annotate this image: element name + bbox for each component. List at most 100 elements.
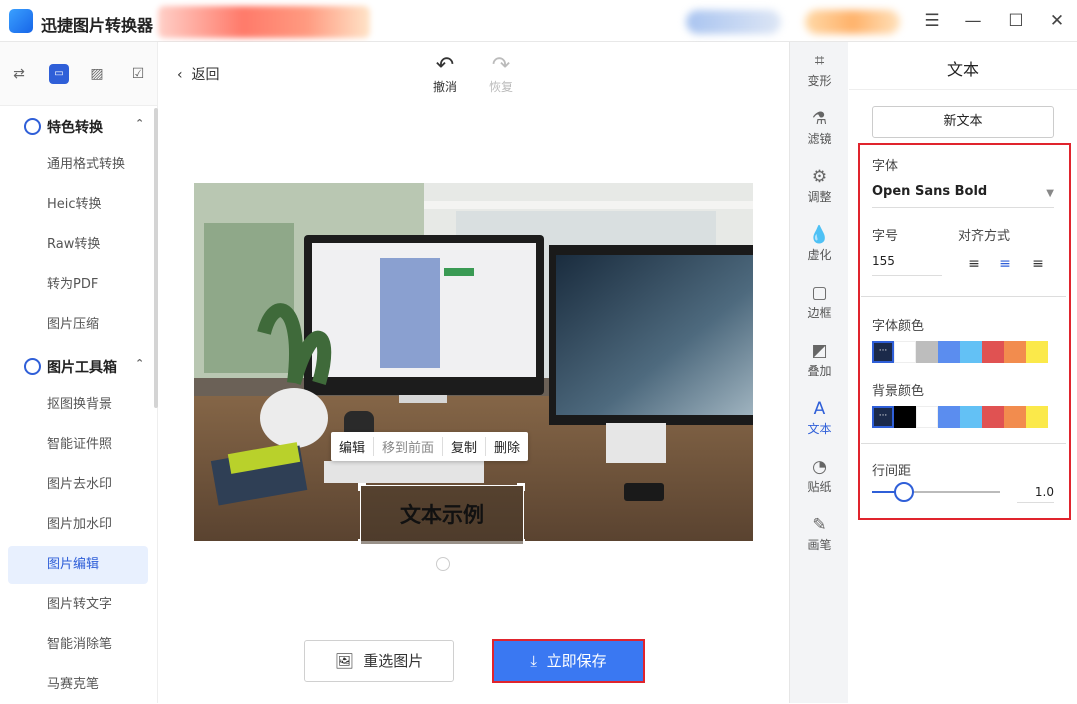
color-swatch[interactable] [960, 341, 982, 363]
transform-icon: ⌗ [814, 51, 825, 71]
size-input[interactable]: 155 [872, 254, 942, 276]
sticker-icon: ◔ [812, 457, 827, 477]
align-left-icon[interactable]: ≡ [965, 256, 983, 272]
save-now-button[interactable]: ⤓ 立即保存 [492, 639, 645, 683]
tool-sticker[interactable]: ◔ 贴纸 [790, 456, 849, 495]
divider [861, 296, 1066, 297]
tool-filter[interactable]: ⚗ 滤镜 [790, 108, 849, 147]
resize-handle[interactable] [517, 539, 525, 547]
sidebar-group[interactable]: 特色转换 ⌃ [0, 106, 158, 146]
rotate-handle[interactable] [436, 557, 450, 571]
sidebar-item[interactable]: 转为PDF [8, 266, 148, 304]
tool-overlay[interactable]: ◩ 叠加 [790, 340, 849, 379]
color-swatch[interactable] [1026, 406, 1048, 428]
undo-button[interactable]: ↶ 撤消 [425, 54, 465, 95]
color-swatch[interactable] [894, 341, 916, 363]
resize-handle[interactable] [517, 483, 525, 491]
tool-adjust[interactable]: ⚙ 调整 [790, 166, 849, 205]
sidebar-item[interactable]: Raw转换 [8, 226, 148, 264]
line-spacing-value[interactable]: 1.0 [1017, 481, 1054, 503]
sidebar-item[interactable]: 图片编辑 [8, 546, 148, 584]
color-swatch[interactable]: ··· [872, 341, 894, 363]
sidebar-item[interactable]: 图片加水印 [8, 506, 148, 544]
color-swatch[interactable] [1026, 341, 1048, 363]
new-text-button[interactable]: 新文本 [872, 106, 1054, 138]
tool-label: 贴纸 [807, 480, 832, 494]
sidebar-item[interactable]: 马赛克笔 [8, 666, 148, 704]
toolbox-icon[interactable]: ▭ [49, 64, 69, 84]
blur-icon: 💧 [808, 225, 831, 245]
reselect-label: 重选图片 [363, 652, 424, 670]
tool-border[interactable]: ▢ 边框 [790, 282, 849, 321]
font-label: 字体 [872, 159, 899, 174]
color-swatch[interactable] [1004, 406, 1026, 428]
sidebar-item[interactable]: 图片转文字 [8, 586, 148, 624]
minimize-icon[interactable]: — [963, 11, 983, 31]
color-swatch[interactable] [938, 406, 960, 428]
maximize-icon[interactable]: ☐ [1006, 11, 1026, 31]
ctx-delete[interactable]: 删除 [486, 437, 528, 456]
ctx-copy[interactable]: 复制 [443, 437, 487, 456]
reselect-image-button[interactable]: 🖼 重选图片 [304, 640, 454, 682]
color-swatch[interactable] [894, 406, 916, 428]
back-button[interactable]: ‹ 返回 [177, 64, 220, 84]
sidebar: ⇄ ▭ ▨ ☑ 特色转换 ⌃ 通用格式转换 Heic转换 Raw转换 转为PDF 图片压缩图… [0, 42, 158, 703]
app-logo-icon [9, 9, 33, 33]
sidebar-group[interactable]: 图片工具箱 ⌃ [0, 346, 158, 386]
promo-banner[interactable] [158, 6, 370, 38]
bg-color-label: 背景颜色 [872, 384, 925, 399]
menu-icon[interactable]: ☰ [922, 11, 942, 31]
sidebar-tabs: ⇄ ▭ ▨ ☑ [0, 42, 157, 106]
color-swatch[interactable] [916, 341, 938, 363]
title-bar: 迅捷图片转换器 ☰ — ☐ ✕ [0, 0, 1077, 42]
sidebar-item[interactable]: 通用格式转换 [8, 146, 148, 184]
align-center-icon[interactable]: ≡ [996, 256, 1014, 272]
check-icon[interactable]: ☑ [128, 64, 148, 84]
font-select[interactable]: Open Sans Bold ▼ [872, 184, 1054, 208]
close-icon[interactable]: ✕ [1047, 11, 1067, 31]
image-icon[interactable]: ▨ [87, 64, 107, 84]
sidebar-group-label: 特色转换 [47, 120, 103, 136]
tool-brush[interactable]: ✎ 画笔 [790, 514, 849, 553]
align-label: 对齐方式 [958, 229, 1011, 244]
tool-column: ⌗ 变形 ⚗ 滤镜 ⚙ 调整 💧 虚化 ▢ 边框 ◩ 叠加 A 文本 ◔ 贴纸 ✎ 画笔 [789, 42, 848, 703]
undo-label: 撤消 [432, 80, 457, 94]
convert-icon[interactable]: ⇄ [9, 64, 29, 84]
line-spacing-thumb[interactable] [894, 482, 914, 502]
border-icon: ▢ [811, 283, 828, 303]
text-overlay[interactable]: 文本示例 [360, 485, 524, 545]
color-swatch[interactable] [960, 406, 982, 428]
color-swatch[interactable] [938, 341, 960, 363]
color-swatch[interactable] [982, 341, 1004, 363]
sidebar-item[interactable]: Heic转换 [8, 186, 148, 224]
resize-handle[interactable] [358, 539, 366, 547]
color-swatch[interactable] [982, 406, 1004, 428]
chevron-up-icon: ⌃ [135, 357, 145, 370]
tool-blur[interactable]: 💧 虚化 [790, 224, 849, 263]
color-swatch[interactable] [1004, 341, 1026, 363]
text-panel: 文本 新文本 字体 Open Sans Bold ▼ 字号 对齐方式 155 ≡ … [849, 42, 1077, 703]
tool-label: 虚化 [807, 248, 832, 262]
tool-transform[interactable]: ⌗ 变形 [790, 50, 849, 89]
more-icon: ··· [878, 346, 888, 356]
tool-text[interactable]: A 文本 [790, 398, 849, 437]
convert-icon [24, 118, 41, 135]
ctx-edit[interactable]: 编辑 [331, 437, 375, 456]
sidebar-item[interactable]: 图片去水印 [8, 466, 148, 504]
sidebar-item[interactable]: 图片压缩 [8, 306, 148, 344]
color-swatch[interactable]: ··· [872, 406, 894, 428]
text-icon: A [813, 399, 826, 419]
account-area[interactable] [686, 10, 781, 34]
color-swatch[interactable] [916, 406, 938, 428]
font-value: Open Sans Bold [872, 184, 988, 199]
ctx-bring-front[interactable]: 移到前面 [374, 437, 444, 456]
sidebar-item[interactable]: 智能证件照 [8, 426, 148, 464]
sidebar-item[interactable]: 智能消除笔 [8, 626, 148, 664]
download-icon: ⤓ [530, 652, 538, 670]
redo-button[interactable]: ↷ 恢复 [481, 54, 521, 95]
vip-badge[interactable] [805, 10, 900, 34]
sidebar-item[interactable]: 抠图换背景 [8, 386, 148, 424]
align-right-icon[interactable]: ≡ [1029, 256, 1047, 272]
resize-handle[interactable] [358, 483, 366, 491]
tool-label: 边框 [807, 306, 832, 320]
